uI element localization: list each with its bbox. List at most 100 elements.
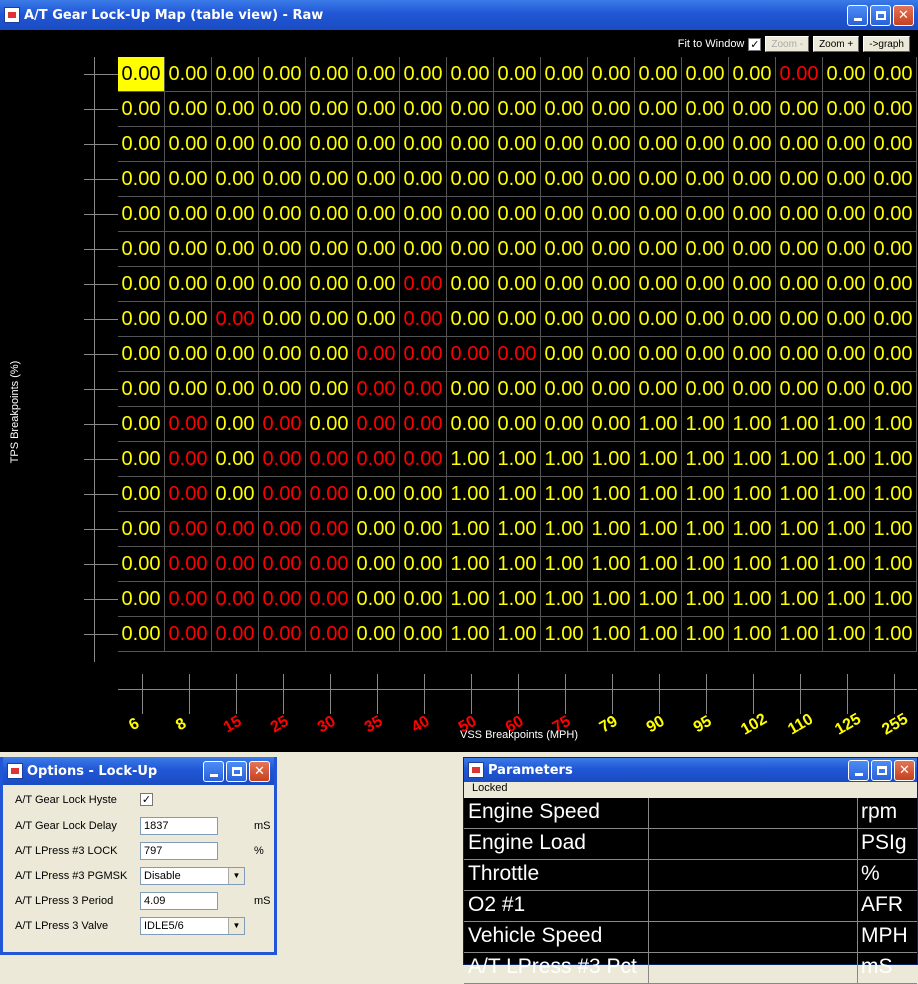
table-cell[interactable]: 0.00 [259, 617, 306, 652]
lock-hyste-checkbox[interactable]: ✓ [140, 793, 153, 806]
table-cell[interactable]: 0.00 [541, 302, 588, 337]
table-cell[interactable]: 0.00 [306, 617, 353, 652]
table-cell[interactable]: 1.00 [541, 582, 588, 617]
table-cell[interactable]: 0.00 [306, 547, 353, 582]
table-cell[interactable]: 0.00 [447, 337, 494, 372]
table-cell[interactable]: 1.00 [635, 512, 682, 547]
table-cell[interactable]: 0.00 [306, 582, 353, 617]
table-cell[interactable]: 0.00 [588, 372, 635, 407]
table-cell[interactable]: 1.00 [635, 442, 682, 477]
table-cell[interactable]: 1.00 [729, 477, 776, 512]
table-cell[interactable]: 1.00 [823, 582, 870, 617]
table-cell[interactable]: 0.00 [212, 57, 259, 92]
table-cell[interactable]: 0.00 [494, 57, 541, 92]
table-cell[interactable]: 0.00 [400, 407, 447, 442]
table-cell[interactable]: 0.00 [353, 477, 400, 512]
table-cell[interactable]: 0.00 [635, 372, 682, 407]
table-cell[interactable]: 0.00 [823, 197, 870, 232]
table-cell[interactable]: 0.00 [165, 197, 212, 232]
table-cell[interactable]: 0.00 [823, 302, 870, 337]
table-cell[interactable]: 1.00 [541, 442, 588, 477]
table-cell[interactable]: 0.00 [212, 547, 259, 582]
table-cell[interactable]: 1.00 [776, 512, 823, 547]
fit-to-window-checkbox[interactable]: ✓ [748, 37, 762, 51]
table-cell[interactable]: 0.00 [776, 302, 823, 337]
table-cell[interactable]: 0.00 [306, 442, 353, 477]
param-row[interactable]: Throttle% [464, 860, 917, 891]
table-cell[interactable]: 1.00 [776, 442, 823, 477]
table-cell[interactable]: 0.00 [259, 442, 306, 477]
table-cell[interactable]: 0.00 [823, 372, 870, 407]
table-cell[interactable]: 0.00 [588, 267, 635, 302]
table-cell[interactable]: 0.00 [494, 407, 541, 442]
table-cell[interactable]: 0.00 [353, 582, 400, 617]
table-cell[interactable]: 0.00 [635, 92, 682, 127]
table-cell[interactable]: 0.00 [212, 407, 259, 442]
valve-select[interactable]: IDLE5/6 ▼ [140, 917, 245, 935]
table-cell[interactable]: 0.00 [118, 267, 165, 302]
table-cell[interactable]: 0.00 [823, 232, 870, 267]
table-cell[interactable]: 0.00 [353, 442, 400, 477]
table-cell[interactable]: 0.00 [682, 92, 729, 127]
table-cell[interactable]: 0.00 [259, 232, 306, 267]
table-cell[interactable]: 1.00 [729, 617, 776, 652]
table-cell[interactable]: 0.00 [212, 232, 259, 267]
param-row[interactable]: Vehicle Speed MPH [464, 922, 917, 953]
table-cell[interactable]: 1.00 [776, 407, 823, 442]
table-cell[interactable]: 0.00 [212, 302, 259, 337]
table-cell[interactable]: 0.00 [353, 267, 400, 302]
table-cell[interactable]: 1.00 [541, 547, 588, 582]
table-cell[interactable]: 1.00 [635, 547, 682, 582]
table-cell[interactable]: 0.00 [447, 162, 494, 197]
table-cell[interactable]: 0.00 [400, 477, 447, 512]
table-cell[interactable]: 0.00 [118, 162, 165, 197]
table-cell[interactable]: 1.00 [729, 407, 776, 442]
table-cell[interactable]: 1.00 [541, 512, 588, 547]
map-titlebar[interactable]: A/T Gear Lock-Up Map (table view) - Raw … [0, 0, 918, 30]
table-cell[interactable]: 1.00 [588, 477, 635, 512]
table-cell[interactable]: 0.00 [118, 407, 165, 442]
minimize-button[interactable] [848, 759, 869, 781]
table-cell[interactable]: 0.00 [259, 477, 306, 512]
table-cell[interactable]: 0.00 [212, 337, 259, 372]
table-cell[interactable]: 0.00 [729, 57, 776, 92]
table-cell[interactable]: 0.00 [870, 92, 917, 127]
table-cell[interactable]: 1.00 [588, 547, 635, 582]
table-cell[interactable]: 1.00 [870, 442, 917, 477]
table-cell[interactable]: 0.00 [165, 127, 212, 162]
table-cell[interactable]: 1.00 [494, 547, 541, 582]
table-cell[interactable]: 0.00 [212, 267, 259, 302]
table-cell[interactable]: 0.00 [870, 232, 917, 267]
table-cell[interactable]: 0.00 [682, 127, 729, 162]
table-cell[interactable]: 0.00 [165, 232, 212, 267]
table-cell[interactable]: 1.00 [635, 407, 682, 442]
table-cell[interactable]: 1.00 [447, 617, 494, 652]
table-cell[interactable]: 1.00 [494, 512, 541, 547]
table-cell[interactable]: 0.00 [635, 267, 682, 302]
table-cell[interactable]: 1.00 [823, 407, 870, 442]
table-cell[interactable]: 0.00 [776, 197, 823, 232]
table-cell[interactable]: 1.00 [588, 617, 635, 652]
table-cell[interactable]: 0.00 [165, 617, 212, 652]
table-cell[interactable]: 0.00 [118, 127, 165, 162]
table-cell[interactable]: 0.00 [494, 232, 541, 267]
table-cell[interactable]: 0.00 [823, 57, 870, 92]
table-cell[interactable]: 0.00 [118, 372, 165, 407]
table-cell[interactable]: 0.00 [400, 442, 447, 477]
table-cell[interactable]: 0.00 [729, 127, 776, 162]
table-cell[interactable]: 0.00 [212, 477, 259, 512]
table-cell[interactable]: 0.00 [870, 197, 917, 232]
table-cell[interactable]: 0.00 [635, 197, 682, 232]
table-cell[interactable]: 0.00 [729, 92, 776, 127]
maximize-button[interactable] [871, 759, 892, 781]
minimize-button[interactable] [847, 4, 868, 26]
close-button[interactable]: ✕ [894, 759, 915, 781]
maximize-button[interactable] [870, 4, 891, 26]
table-cell[interactable]: 0.00 [353, 57, 400, 92]
table-cell[interactable]: 0.00 [400, 337, 447, 372]
table-cell[interactable]: 0.00 [400, 582, 447, 617]
table-cell[interactable]: 0.00 [635, 337, 682, 372]
table-cell[interactable]: 1.00 [447, 547, 494, 582]
table-cell[interactable]: 0.00 [353, 512, 400, 547]
table-cell[interactable]: 1.00 [870, 547, 917, 582]
